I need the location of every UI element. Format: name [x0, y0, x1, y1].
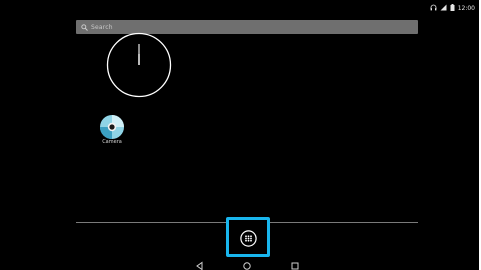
status-bar: 12:00 — [430, 3, 475, 13]
app-shortcut-camera[interactable]: Camera — [96, 114, 128, 150]
recents-icon[interactable] — [289, 257, 301, 270]
battery-icon — [450, 3, 455, 13]
app-label-camera: Camera — [102, 139, 122, 145]
analog-clock-widget[interactable] — [106, 32, 172, 98]
search-placeholder: Search — [91, 23, 113, 31]
wifi-icon — [440, 4, 447, 13]
android-home-screen: 12:00 Search Camera — [0, 0, 481, 270]
status-time: 12:00 — [457, 4, 475, 12]
back-icon[interactable] — [194, 257, 206, 270]
headset-icon — [430, 4, 437, 13]
app-drawer-button[interactable] — [226, 217, 270, 257]
navigation-bar — [0, 257, 479, 270]
camera-icon — [99, 114, 125, 140]
app-drawer-icon — [240, 230, 257, 247]
search-icon — [81, 23, 88, 31]
home-icon[interactable] — [241, 257, 253, 270]
